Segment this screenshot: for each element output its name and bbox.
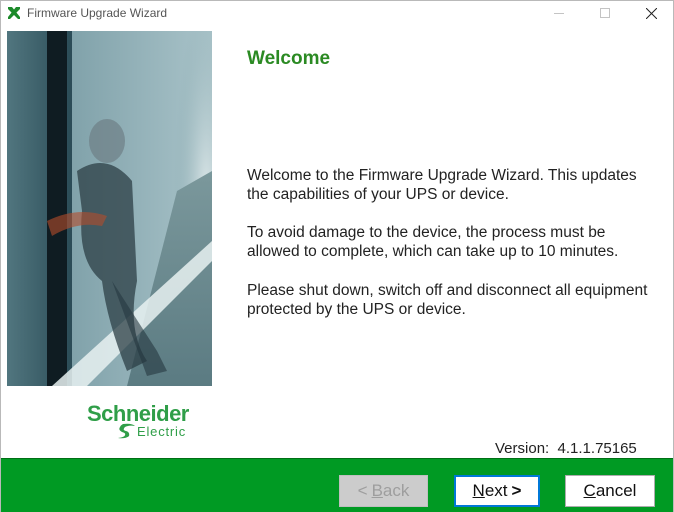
button-bar: < Back Next > Cancel <box>1 458 673 512</box>
next-button[interactable]: Next > <box>454 475 540 507</box>
wrench-tools-icon <box>8 7 20 19</box>
next-mnemonic: N <box>472 481 485 500</box>
cancel-button[interactable]: Cancel <box>565 475 655 507</box>
minimize-button[interactable] <box>536 1 582 25</box>
cancel-mnemonic: C <box>583 481 596 500</box>
close-button[interactable] <box>628 1 674 25</box>
minimize-icon <box>554 13 564 14</box>
next-label: ext <box>484 481 508 500</box>
logo-sub-wrap: Electric <box>117 423 186 439</box>
instruction-paragraph: Please shut down, switch off and disconn… <box>247 282 648 318</box>
window-title: Firmware Upgrade Wizard <box>27 6 168 20</box>
welcome-paragraph: Welcome to the Firmware Upgrade Wizard. … <box>247 167 637 203</box>
warning-paragraph: To avoid damage to the device, the proce… <box>247 224 619 260</box>
back-label: ack <box>382 481 410 500</box>
maximize-button[interactable] <box>582 1 628 25</box>
wizard-window: Firmware Upgrade Wizard Schneider Electr… <box>0 0 674 512</box>
logo-sub: Electric <box>137 423 187 439</box>
cancel-label: ancel <box>595 481 637 500</box>
close-icon <box>645 7 657 19</box>
version-label: Version: 4.1.1.75165 <box>495 440 637 457</box>
page-title: Welcome <box>247 48 331 69</box>
back-mnemonic: B <box>371 481 383 500</box>
logo-mark-icon <box>118 423 135 439</box>
title-bar[interactable]: Firmware Upgrade Wizard <box>1 1 673 25</box>
wizard-banner-image <box>7 31 212 386</box>
next-chevron: > <box>511 481 522 500</box>
back-button[interactable]: < Back <box>339 475 428 507</box>
maximize-icon <box>600 8 610 18</box>
schneider-electric-logo: Schneider Electric <box>87 401 215 441</box>
back-chevron: < <box>357 481 368 500</box>
